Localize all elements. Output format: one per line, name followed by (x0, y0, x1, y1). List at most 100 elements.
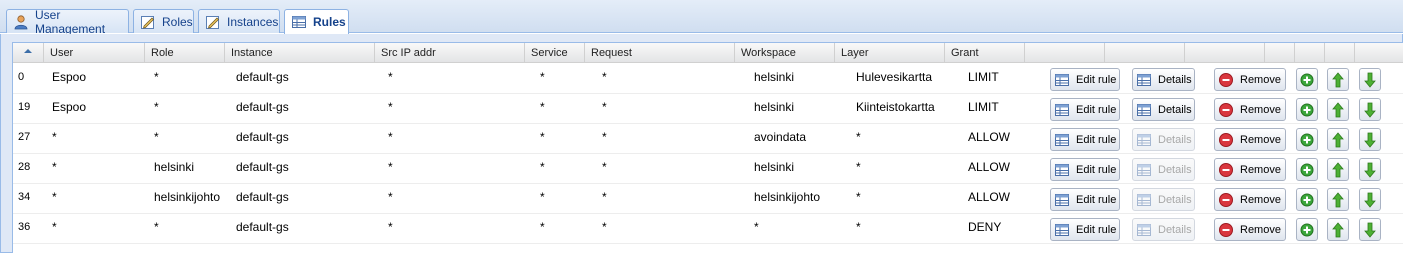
move-down-button[interactable] (1359, 158, 1381, 181)
arrow-up-icon (1332, 131, 1344, 148)
move-down-button[interactable] (1359, 98, 1381, 121)
column-header-up (1295, 43, 1325, 63)
move-up-button[interactable] (1327, 158, 1349, 181)
remove-icon (1218, 72, 1234, 88)
move-up-button[interactable] (1327, 188, 1349, 211)
rule-layer: * (856, 160, 861, 174)
move-up-button[interactable] (1327, 98, 1349, 121)
column-header-request[interactable]: Request (585, 43, 735, 63)
edit-rule-button[interactable]: Edit rule (1050, 68, 1120, 91)
rule-request: * (602, 130, 607, 144)
edit-rule-button[interactable]: Edit rule (1050, 128, 1120, 151)
add-icon (1300, 103, 1314, 117)
column-header-down (1325, 43, 1355, 63)
tab-label: Roles (162, 14, 193, 29)
column-header-src-ip[interactable]: Src IP addr (375, 43, 525, 63)
table-icon (1136, 162, 1152, 178)
details-button[interactable]: Details (1132, 68, 1195, 91)
column-header-user[interactable]: User (44, 43, 145, 63)
button-label: Details (1158, 133, 1192, 146)
add-rule-button[interactable] (1296, 158, 1318, 181)
arrow-up-icon (1332, 191, 1344, 208)
remove-button[interactable]: Remove (1214, 188, 1286, 211)
button-label: Remove (1240, 163, 1281, 176)
arrow-down-icon (1364, 102, 1376, 118)
move-up-button[interactable] (1327, 128, 1349, 151)
rules-panel: User Role Instance Src IP addr Service R… (0, 34, 1403, 253)
edit-rule-button[interactable]: Edit rule (1050, 158, 1120, 181)
table-row[interactable]: 0 Espoo * default-gs * * * helsinki Hulevesikart… (13, 64, 1403, 94)
column-header-id[interactable] (13, 43, 44, 63)
rule-user: * (52, 160, 57, 174)
rule-id: 28 (18, 161, 31, 173)
column-header-workspace[interactable]: Workspace (735, 43, 835, 63)
rule-service: * (540, 70, 545, 84)
table-icon (1136, 102, 1152, 118)
remove-button[interactable]: Remove (1214, 158, 1286, 181)
move-up-button[interactable] (1327, 68, 1349, 91)
rule-grant: ALLOW (968, 190, 1011, 204)
arrow-down-icon (1364, 72, 1376, 88)
tab-label: Instances (227, 14, 279, 29)
column-header-add (1265, 43, 1295, 63)
add-rule-button[interactable] (1296, 98, 1318, 121)
column-header-service[interactable]: Service (525, 43, 585, 63)
add-rule-button[interactable] (1296, 188, 1318, 211)
column-header-grant[interactable]: Grant (945, 43, 1025, 63)
sort-ascending-icon (24, 49, 32, 53)
rule-role: * (154, 100, 159, 114)
remove-button[interactable]: Remove (1214, 218, 1286, 241)
tab-roles[interactable]: Roles (133, 9, 194, 33)
move-up-button[interactable] (1327, 218, 1349, 241)
grid-header: User Role Instance Src IP addr Service R… (13, 43, 1403, 63)
table-icon (1054, 102, 1070, 118)
add-rule-button[interactable] (1296, 128, 1318, 151)
add-rule-button[interactable] (1296, 218, 1318, 241)
rule-instance: default-gs (236, 160, 289, 174)
remove-button[interactable]: Remove (1214, 128, 1286, 151)
arrow-up-icon (1332, 221, 1344, 238)
remove-button[interactable]: Remove (1214, 98, 1286, 121)
remove-button[interactable]: Remove (1214, 68, 1286, 91)
remove-icon (1218, 192, 1234, 208)
rule-user: Espoo (52, 100, 87, 114)
edit-rule-button[interactable]: Edit rule (1050, 98, 1120, 121)
table-row[interactable]: 28 * helsinki default-gs * * * helsinki * ALLOW Ed… (13, 154, 1403, 184)
table-row[interactable]: 19 Espoo * default-gs * * * helsinki Kiinteistok… (13, 94, 1403, 124)
column-header-role[interactable]: Role (145, 43, 225, 63)
button-label: Remove (1240, 103, 1281, 116)
move-down-button[interactable] (1359, 128, 1381, 151)
column-header-instance[interactable]: Instance (225, 43, 375, 63)
details-button[interactable]: Details (1132, 98, 1195, 121)
move-down-button[interactable] (1359, 188, 1381, 211)
rule-user: * (52, 130, 57, 144)
move-down-button[interactable] (1359, 68, 1381, 91)
rule-instance: default-gs (236, 220, 289, 234)
tab-user-management[interactable]: User Management (6, 8, 129, 36)
table-row[interactable]: 36 * * default-gs * * * * * DENY Edit rule Details R… (13, 214, 1403, 244)
add-rule-button[interactable] (1296, 68, 1318, 91)
column-header-details (1105, 43, 1185, 63)
rule-service: * (540, 220, 545, 234)
button-label: Edit rule (1076, 223, 1117, 236)
rule-request: * (602, 160, 607, 174)
tab-bar: User Management Roles Instances Rules (0, 0, 1403, 36)
rule-service: * (540, 160, 545, 174)
table-icon (1054, 222, 1070, 238)
tab-instances[interactable]: Instances (198, 9, 280, 33)
tab-rules[interactable]: Rules (284, 9, 349, 34)
rule-workspace: avoindata (754, 130, 807, 144)
edit-rule-button[interactable]: Edit rule (1050, 188, 1120, 211)
move-down-button[interactable] (1359, 218, 1381, 241)
column-header-layer[interactable]: Layer (835, 43, 945, 63)
rule-instance: default-gs (236, 100, 289, 114)
button-label: Remove (1240, 193, 1281, 206)
column-header-remove (1185, 43, 1265, 63)
table-icon (1136, 132, 1152, 148)
rule-src-ip: * (388, 100, 393, 114)
button-label: Details (1158, 163, 1192, 176)
table-row[interactable]: 27 * * default-gs * * * avoindata * ALLOW Edit rul… (13, 124, 1403, 154)
remove-icon (1218, 162, 1234, 178)
table-row[interactable]: 34 * helsinkijohto default-gs * * * helsinkijoh… (13, 184, 1403, 214)
edit-rule-button[interactable]: Edit rule (1050, 218, 1120, 241)
